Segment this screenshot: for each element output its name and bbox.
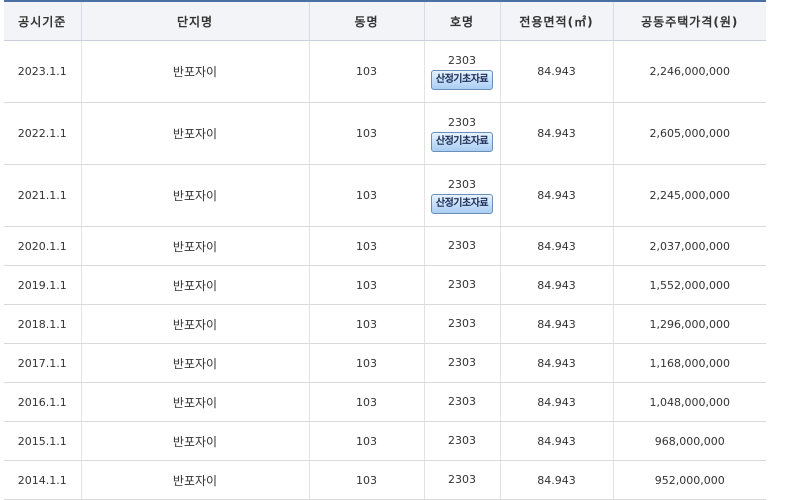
cell-unit: 2303 <box>423 304 500 344</box>
cell-price: 2,605,000,000 <box>612 102 766 165</box>
cell-building: 103 <box>308 382 424 422</box>
cell-building: 103 <box>308 265 424 305</box>
cell-area: 84.943 <box>499 102 613 165</box>
cell-unit: 2303 산정기초자료 <box>423 164 500 227</box>
header-unit: 호명 <box>423 1 500 41</box>
cell-complex: 반포자이 <box>80 421 309 461</box>
cell-date: 2022.1.1 <box>4 102 81 165</box>
cell-area: 84.943 <box>499 164 613 227</box>
price-table-container: 공시기준 단지명 동명 호명 전용면적(㎡) 공동주택가격(원) 2023.1.… <box>4 0 766 500</box>
table-row: 2019.1.1 반포자이 103 2303 84.943 1,552,000,000 <box>4 265 766 305</box>
cell-building: 103 <box>308 343 424 383</box>
unit-number: 2303 <box>448 177 476 191</box>
cell-area: 84.943 <box>499 421 613 461</box>
cell-building: 103 <box>308 226 424 266</box>
unit-number: 2303 <box>448 434 476 447</box>
unit-number: 2303 <box>448 356 476 369</box>
cell-complex: 반포자이 <box>80 382 309 422</box>
cell-building: 103 <box>308 40 424 103</box>
unit-number: 2303 <box>448 473 476 486</box>
calc-basis-button[interactable]: 산정기초자료 <box>430 69 494 90</box>
cell-price: 1,296,000,000 <box>612 304 766 344</box>
cell-building: 103 <box>308 304 424 344</box>
table-body: 2023.1.1 반포자이 103 2303 산정기초자료 84.943 2,246,000… <box>4 40 766 500</box>
cell-date: 2016.1.1 <box>4 382 81 422</box>
cell-date: 2019.1.1 <box>4 265 81 305</box>
cell-price: 1,048,000,000 <box>612 382 766 422</box>
cell-unit: 2303 <box>423 226 500 266</box>
cell-complex: 반포자이 <box>80 265 309 305</box>
unit-number: 2303 <box>448 115 476 129</box>
table-row: 2020.1.1 반포자이 103 2303 84.943 2,037,000,000 <box>4 226 766 266</box>
table-row: 2016.1.1 반포자이 103 2303 84.943 1,048,000,000 <box>4 382 766 422</box>
unit-number: 2303 <box>448 317 476 330</box>
cell-area: 84.943 <box>499 40 613 103</box>
table-header-row: 공시기준 단지명 동명 호명 전용면적(㎡) 공동주택가격(원) <box>4 1 766 41</box>
cell-area: 84.943 <box>499 343 613 383</box>
cell-date: 2015.1.1 <box>4 421 81 461</box>
cell-unit: 2303 <box>423 343 500 383</box>
cell-price: 2,037,000,000 <box>612 226 766 266</box>
housing-price-table: 공시기준 단지명 동명 호명 전용면적(㎡) 공동주택가격(원) 2023.1.… <box>4 0 766 500</box>
cell-unit: 2303 산정기초자료 <box>423 40 500 103</box>
cell-building: 103 <box>308 421 424 461</box>
cell-complex: 반포자이 <box>80 102 309 165</box>
cell-unit: 2303 산정기초자료 <box>423 102 500 165</box>
cell-date: 2020.1.1 <box>4 226 81 266</box>
calc-basis-button[interactable]: 산정기초자료 <box>430 131 494 152</box>
cell-area: 84.943 <box>499 382 613 422</box>
table-row: 2022.1.1 반포자이 103 2303 산정기초자료 84.943 2,605,000… <box>4 102 766 165</box>
cell-date: 2017.1.1 <box>4 343 81 383</box>
cell-complex: 반포자이 <box>80 40 309 103</box>
unit-number: 2303 <box>448 239 476 252</box>
calc-basis-button[interactable]: 산정기초자료 <box>430 193 494 214</box>
cell-area: 84.943 <box>499 226 613 266</box>
header-building: 동명 <box>308 1 424 41</box>
table-row: 2023.1.1 반포자이 103 2303 산정기초자료 84.943 2,246,000… <box>4 40 766 103</box>
table-row: 2018.1.1 반포자이 103 2303 84.943 1,296,000,000 <box>4 304 766 344</box>
cell-date: 2023.1.1 <box>4 40 81 103</box>
header-area: 전용면적(㎡) <box>499 1 613 41</box>
cell-date: 2018.1.1 <box>4 304 81 344</box>
unit-number: 2303 <box>448 278 476 291</box>
header-price: 공동주택가격(원) <box>612 1 766 41</box>
table-row: 2021.1.1 반포자이 103 2303 산정기초자료 84.943 2,245,000… <box>4 164 766 227</box>
cell-price: 1,552,000,000 <box>612 265 766 305</box>
cell-building: 103 <box>308 102 424 165</box>
cell-complex: 반포자이 <box>80 343 309 383</box>
table-row: 2015.1.1 반포자이 103 2303 84.943 968,000,000 <box>4 421 766 461</box>
unit-number: 2303 <box>448 53 476 67</box>
cell-complex: 반포자이 <box>80 164 309 227</box>
cell-price: 968,000,000 <box>612 421 766 461</box>
cell-price: 2,245,000,000 <box>612 164 766 227</box>
cell-building: 103 <box>308 164 424 227</box>
cell-price: 1,168,000,000 <box>612 343 766 383</box>
table-row: 2017.1.1 반포자이 103 2303 84.943 1,168,000,000 <box>4 343 766 383</box>
cell-unit: 2303 <box>423 382 500 422</box>
cell-complex: 반포자이 <box>80 304 309 344</box>
cell-price: 2,246,000,000 <box>612 40 766 103</box>
cell-unit: 2303 <box>423 265 500 305</box>
cell-unit: 2303 <box>423 421 500 461</box>
header-complex: 단지명 <box>80 1 309 41</box>
cell-date: 2021.1.1 <box>4 164 81 227</box>
unit-number: 2303 <box>448 395 476 408</box>
header-date: 공시기준 <box>4 1 81 41</box>
cell-area: 84.943 <box>499 265 613 305</box>
cell-complex: 반포자이 <box>80 226 309 266</box>
cell-area: 84.943 <box>499 304 613 344</box>
